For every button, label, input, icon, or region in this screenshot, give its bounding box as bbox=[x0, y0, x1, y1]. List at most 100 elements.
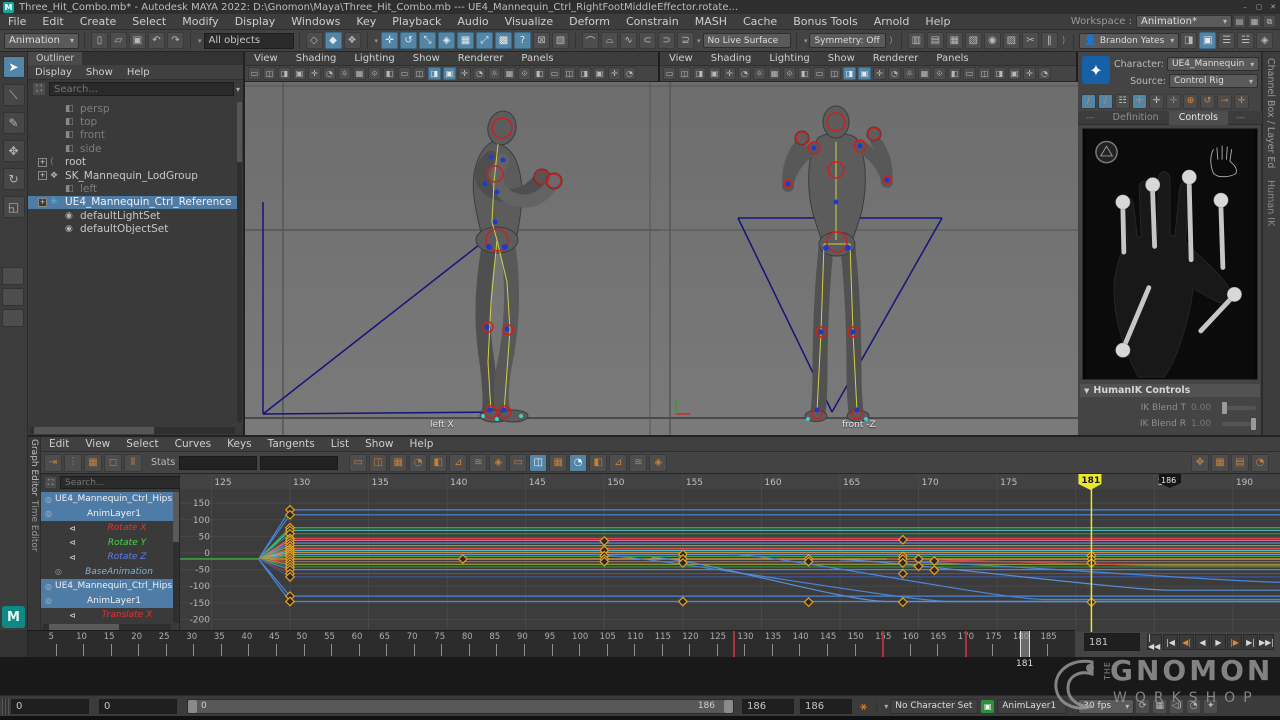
viewport-icon[interactable]: ◨ bbox=[693, 67, 706, 80]
menu-select[interactable]: Select bbox=[124, 14, 174, 29]
source-dropdown[interactable]: Control Rig ▾ bbox=[1169, 74, 1258, 88]
anim-prefs-icon[interactable]: ✦ bbox=[1203, 699, 1218, 714]
ge-tool-icon[interactable]: ⊿ bbox=[609, 454, 627, 472]
mute-icon[interactable]: ⊲ bbox=[69, 538, 81, 547]
render-icon[interactable]: ▤ bbox=[927, 32, 944, 49]
ge-tool-icon[interactable]: ◫ bbox=[369, 454, 387, 472]
viewport-icon[interactable]: ⟐ bbox=[518, 67, 531, 80]
ge-menu-select[interactable]: Select bbox=[118, 438, 166, 450]
ge-tool-icon[interactable]: ≋ bbox=[629, 454, 647, 472]
viewport-icon[interactable]: ◫ bbox=[413, 67, 426, 80]
ge-channel-rotate-y[interactable]: ⊲Rotate Y bbox=[41, 536, 173, 551]
menu-display[interactable]: Display bbox=[227, 14, 284, 29]
ge-search-input[interactable] bbox=[60, 476, 190, 489]
minimize-button[interactable]: – bbox=[1238, 1, 1252, 13]
menu-constrain[interactable]: Constrain bbox=[618, 14, 687, 29]
live-surface-field[interactable]: No Live Surface bbox=[703, 33, 791, 48]
workspace-icon-3[interactable]: ⧉ bbox=[1263, 15, 1276, 28]
menu-visualize[interactable]: Visualize bbox=[497, 14, 561, 29]
skeleton-icon[interactable]: ☷ bbox=[1115, 94, 1130, 109]
workspace-icon-1[interactable]: ▤ bbox=[1233, 15, 1246, 28]
full-body-icon[interactable]: ✛ bbox=[1132, 94, 1147, 109]
viewport-icon[interactable]: ◔ bbox=[623, 67, 636, 80]
humanik-picker[interactable] bbox=[1082, 128, 1258, 380]
viewport-icon[interactable]: ◫ bbox=[978, 67, 991, 80]
chevron-down-icon[interactable]: ▾ bbox=[697, 37, 701, 45]
ge-menu-help[interactable]: Help bbox=[401, 438, 441, 450]
menu-bonus-tools[interactable]: Bonus Tools bbox=[785, 14, 866, 29]
viewport-icon[interactable]: ▣ bbox=[593, 67, 606, 80]
slider-handle[interactable] bbox=[1251, 418, 1256, 430]
menu-file[interactable]: File bbox=[0, 14, 34, 29]
viewport-icon[interactable]: ◧ bbox=[798, 67, 811, 80]
mute-icon[interactable]: ⊲ bbox=[69, 553, 81, 562]
menu-arnold[interactable]: Arnold bbox=[866, 14, 918, 29]
viewport-icon[interactable]: ◫ bbox=[563, 67, 576, 80]
menu-help[interactable]: Help bbox=[917, 14, 958, 29]
viewport-menu-renderer[interactable]: Renderer bbox=[449, 53, 513, 64]
tab-channel-box[interactable]: Channel Box / Layer Ed bbox=[1263, 52, 1278, 174]
viewport-icon[interactable]: ▦ bbox=[503, 67, 516, 80]
outliner-search-input[interactable] bbox=[49, 82, 234, 96]
viewport-menu-show[interactable]: Show bbox=[404, 53, 449, 64]
ge-menu-keys[interactable]: Keys bbox=[219, 438, 260, 450]
range-slider-left-handle[interactable] bbox=[188, 700, 197, 713]
panel-toggle-icon[interactable]: ☰ bbox=[1218, 32, 1235, 49]
viewport-menu-lighting[interactable]: Lighting bbox=[345, 53, 403, 64]
user-account-dropdown[interactable]: 👤Brandon Yates▾ bbox=[1079, 33, 1179, 49]
ge-menu-tangents[interactable]: Tangents bbox=[260, 438, 323, 450]
tab-definition[interactable]: Definition bbox=[1103, 112, 1169, 123]
viewport-icon[interactable]: ◔ bbox=[473, 67, 486, 80]
viewport-menu-lighting[interactable]: Lighting bbox=[760, 53, 818, 64]
layout-single-pane-button[interactable] bbox=[2, 267, 24, 285]
ge-menu-view[interactable]: View bbox=[77, 438, 118, 450]
viewport-icon[interactable]: ◫ bbox=[678, 67, 691, 80]
viewport-icon[interactable]: ✛ bbox=[458, 67, 471, 80]
range-slider-right-handle[interactable] bbox=[724, 700, 733, 713]
maximize-button[interactable]: ▢ bbox=[1252, 1, 1266, 13]
viewport-menu-show[interactable]: Show bbox=[819, 53, 864, 64]
viewport-icon[interactable]: ◫ bbox=[828, 67, 841, 80]
viewport-icon[interactable]: ☼ bbox=[903, 67, 916, 80]
mute-icon[interactable]: ⊲ bbox=[69, 611, 81, 620]
ge-tool-icon[interactable]: ▦ bbox=[84, 454, 102, 472]
character-set-dropdown[interactable]: No Character Set bbox=[890, 699, 978, 714]
ge-tool-icon[interactable]: ◈ bbox=[649, 454, 667, 472]
stance-pose-icon[interactable]: ✛ bbox=[1234, 94, 1249, 109]
viewport-icon[interactable]: ◔ bbox=[323, 67, 336, 80]
viewport-icon[interactable]: ✛ bbox=[1023, 67, 1036, 80]
viewport-icon[interactable]: ⟐ bbox=[933, 67, 946, 80]
expand-icon[interactable]: ⟩ bbox=[889, 36, 893, 46]
outliner-item-defaultobjectset[interactable]: ◉defaultObjectSet bbox=[28, 223, 239, 236]
ge-tool-icon[interactable]: ◧ bbox=[429, 454, 447, 472]
collapse-arrow-icon[interactable]: ▼ bbox=[1080, 387, 1093, 395]
transform-tool-icon[interactable]: ▩ bbox=[495, 32, 512, 49]
step-forward-frame-button[interactable]: ▶| bbox=[1243, 634, 1258, 650]
humanik-logo-icon[interactable]: ✦ bbox=[1082, 56, 1110, 84]
viewport-icon[interactable]: ▣ bbox=[708, 67, 721, 80]
viewport-icon[interactable]: ▦ bbox=[918, 67, 931, 80]
ge-channel-baseanimation[interactable]: ◎BaseAnimation bbox=[41, 565, 173, 580]
stats-field-2[interactable] bbox=[260, 456, 338, 470]
snap-icon[interactable]: ∿ bbox=[620, 32, 637, 49]
ge-tool-icon[interactable]: ▦ bbox=[389, 454, 407, 472]
tab-graph-editor[interactable]: Graph Editor bbox=[28, 437, 40, 498]
menu-windows[interactable]: Windows bbox=[283, 14, 348, 29]
scale-tool-icon[interactable]: ◱ bbox=[3, 196, 25, 218]
viewport-icon[interactable]: ◧ bbox=[948, 67, 961, 80]
menu-playback[interactable]: Playback bbox=[384, 14, 449, 29]
ge-tool-icon[interactable]: ◔ bbox=[409, 454, 427, 472]
outliner-item-front[interactable]: ◧front bbox=[28, 129, 239, 142]
anim-layer-dropdown[interactable]: AnimLayer1 bbox=[997, 699, 1067, 714]
outliner-item-top[interactable]: ◧top bbox=[28, 115, 239, 128]
pivot-icon[interactable]: ⊸ bbox=[1217, 94, 1232, 109]
outliner-menu-show[interactable]: Show bbox=[79, 67, 120, 78]
playback-end-field[interactable] bbox=[742, 699, 794, 714]
file-ops-icon[interactable]: ▣ bbox=[129, 32, 146, 49]
viewport-icon[interactable]: ☼ bbox=[338, 67, 351, 80]
ge-view-icon[interactable]: ◔ bbox=[1251, 454, 1269, 472]
move-tool-icon[interactable]: ✥ bbox=[3, 140, 25, 162]
menu-create[interactable]: Create bbox=[72, 14, 125, 29]
go-to-end-button[interactable]: ▶▶| bbox=[1259, 634, 1274, 650]
snap-icon[interactable]: ⌒ bbox=[582, 32, 599, 49]
